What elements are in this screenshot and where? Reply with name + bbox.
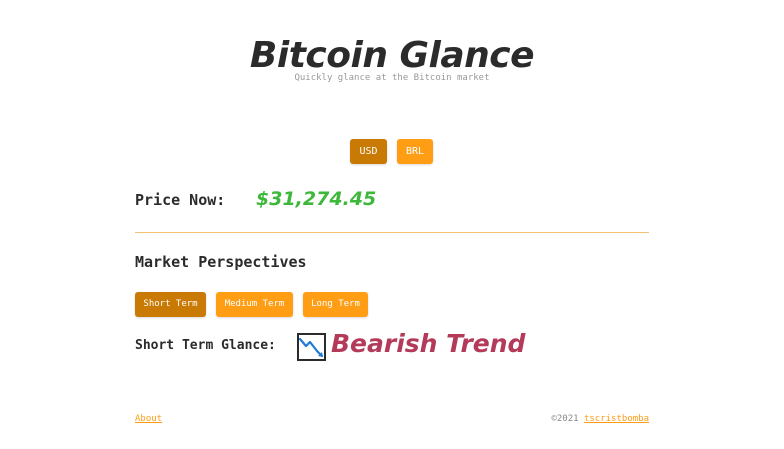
app-subtitle: Quickly glance at the Bitcoin market bbox=[294, 73, 490, 83]
glance-label: Short Term Glance: bbox=[135, 338, 276, 353]
trend-text: Bearish Trend bbox=[331, 329, 526, 358]
usd-button[interactable]: USD bbox=[350, 139, 387, 164]
footer-credit: ©2021 tscristbomba bbox=[551, 414, 649, 424]
price-value: $31,274.45 bbox=[256, 188, 377, 210]
author-link[interactable]: tscristbomba bbox=[584, 414, 649, 424]
copyright-text: ©2021 bbox=[551, 414, 579, 424]
app-title: Bitcoin Glance bbox=[249, 35, 535, 76]
short-term-button[interactable]: Short Term bbox=[135, 292, 206, 317]
brl-button[interactable]: BRL bbox=[397, 139, 433, 164]
price-label: Price Now: bbox=[135, 191, 226, 209]
section-divider bbox=[135, 232, 649, 233]
long-term-button[interactable]: Long Term bbox=[303, 292, 368, 317]
market-perspectives-title: Market Perspectives bbox=[135, 253, 307, 271]
about-link[interactable]: About bbox=[135, 414, 162, 424]
chart-downtrend-icon bbox=[297, 333, 326, 361]
medium-term-button[interactable]: Medium Term bbox=[216, 292, 293, 317]
